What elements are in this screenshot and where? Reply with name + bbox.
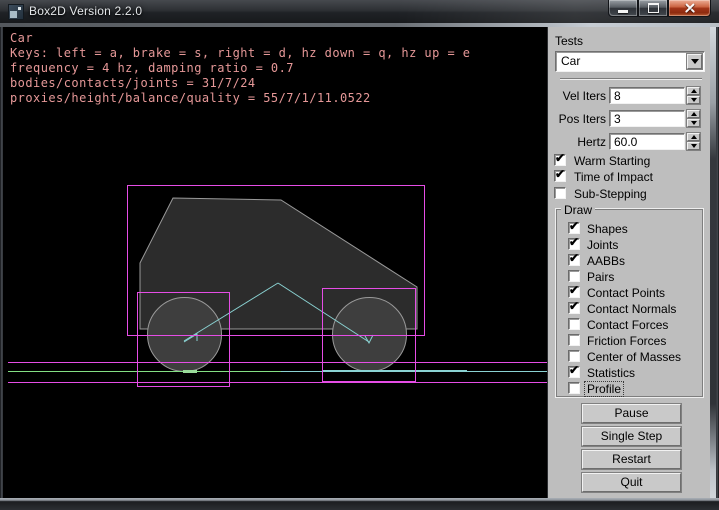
checkbox-box[interactable]: [568, 318, 580, 330]
checkbox-label: Shapes: [587, 222, 628, 236]
checkbox-label: Center of Masses: [587, 350, 681, 364]
vel-iters-input[interactable]: 8: [609, 87, 685, 104]
debug-text-title: Car: [10, 31, 33, 45]
check-icon: ✔: [569, 364, 579, 376]
check-icon: ✔: [569, 236, 579, 248]
vel-iters-spinner: Vel Iters 8: [548, 87, 717, 104]
checkbox-label: Contact Forces: [587, 318, 668, 332]
checkbox-box[interactable]: [568, 334, 580, 346]
app-window: Box2D Version 2.2.0 Car Keys: left = a, …: [0, 0, 719, 510]
pos-iters-input[interactable]: 3: [609, 110, 685, 127]
checkbox-box[interactable]: [568, 350, 580, 362]
pos-iters-value: 3: [614, 112, 621, 126]
app-icon[interactable]: [8, 4, 24, 20]
draw-group-title: Draw: [561, 203, 595, 217]
hertz-value: 60.0: [614, 135, 637, 149]
spinner-up-icon: [691, 112, 697, 116]
chevron-down-icon: [691, 59, 699, 64]
spinner-up-icon: [691, 89, 697, 93]
debug-text-keys: Keys: left = a, brake = s, right = d, hz…: [10, 46, 470, 60]
checkbox-box[interactable]: ✔: [568, 302, 580, 314]
checkbox-label: AABBs: [587, 254, 625, 268]
hertz-input[interactable]: 60.0: [609, 133, 685, 150]
checkbox-label: Profile: [585, 382, 623, 396]
checkbox-label: Warm Starting: [574, 154, 650, 168]
pos-iters-spinner: Pos Iters 3: [548, 110, 717, 127]
check-icon: ✔: [569, 300, 579, 312]
checkbox-label: Statistics: [587, 366, 635, 380]
spinner-up-button[interactable]: [687, 133, 700, 141]
close-icon: [684, 2, 696, 14]
vel-iters-value: 8: [614, 89, 621, 103]
checkbox-label: Pairs: [587, 270, 614, 284]
checkbox-label: Time of Impact: [574, 170, 653, 184]
tests-dropdown-button[interactable]: [687, 54, 702, 69]
debug-text-counts: bodies/contacts/joints = 31/7/24: [10, 76, 256, 90]
spinner-down-button[interactable]: [687, 119, 700, 127]
maximize-button[interactable]: [638, 0, 668, 17]
spinner-down-button[interactable]: [687, 142, 700, 150]
pos-iters-label: Pos Iters: [548, 112, 606, 126]
quit-button[interactable]: Quit: [582, 473, 681, 492]
checkbox-box[interactable]: ✔: [554, 154, 566, 166]
restart-button[interactable]: Restart: [582, 450, 681, 469]
tests-dropdown[interactable]: Car: [555, 51, 705, 72]
hertz-label: Hertz: [548, 135, 606, 149]
check-icon: ✔: [555, 152, 565, 164]
debug-text-proxies: proxies/height/balance/quality = 55/7/1/…: [10, 91, 371, 105]
hertz-spinner: Hertz 60.0: [548, 133, 717, 150]
checkbox-box[interactable]: ✔: [568, 238, 580, 250]
single-step-button[interactable]: Single Step: [582, 427, 681, 446]
spinner-down-icon: [691, 121, 697, 125]
checkbox-box[interactable]: [568, 382, 580, 394]
contact-point-marker: [183, 370, 197, 373]
checkbox-box[interactable]: ✔: [568, 222, 580, 234]
minimize-icon: [618, 10, 628, 13]
checkbox-label: Friction Forces: [587, 334, 666, 348]
spinner-down-icon: [691, 144, 697, 148]
checkbox-box[interactable]: [568, 270, 580, 282]
spinner-down-button[interactable]: [687, 96, 700, 104]
frame-bottom-edge: [0, 498, 719, 510]
check-icon: ✔: [555, 168, 565, 180]
window-title: Box2D Version 2.2.0: [29, 4, 142, 18]
tests-label: Tests: [555, 34, 583, 48]
spinner-up-button[interactable]: [687, 87, 700, 95]
control-panel: Tests Car Vel Iters 8 Pos Iters 3: [547, 27, 716, 498]
tests-dropdown-value: Car: [561, 54, 580, 68]
hertz-stepper: [687, 133, 700, 150]
window-controls: [608, 0, 711, 17]
checkbox-label: Contact Normals: [587, 302, 676, 316]
pause-button[interactable]: Pause: [582, 404, 681, 423]
check-icon: ✔: [569, 220, 579, 232]
car-wheel-right[interactable]: [333, 298, 407, 372]
checkbox-box[interactable]: ✔: [568, 254, 580, 266]
spinner-up-icon: [691, 135, 697, 139]
separator: [560, 78, 702, 80]
physics-canvas[interactable]: Car Keys: left = a, brake = s, right = d…: [3, 27, 547, 498]
client-area: Car Keys: left = a, brake = s, right = d…: [3, 27, 716, 498]
checkbox-box[interactable]: [554, 187, 566, 199]
check-icon: ✔: [569, 284, 579, 296]
pos-iters-stepper: [687, 110, 700, 127]
close-button[interactable]: [668, 0, 711, 17]
spinner-down-icon: [691, 98, 697, 102]
checkbox-label: Joints: [587, 238, 618, 252]
checkbox-box[interactable]: ✔: [568, 286, 580, 298]
minimize-button[interactable]: [608, 0, 638, 17]
debug-text-frequency: frequency = 4 hz, damping ratio = 0.7: [10, 61, 294, 75]
car-wheel-left[interactable]: [148, 298, 222, 372]
checkbox-label: Contact Points: [587, 286, 665, 300]
checkbox-box[interactable]: ✔: [554, 170, 566, 182]
vel-iters-label: Vel Iters: [548, 89, 606, 103]
vel-iters-stepper: [687, 87, 700, 104]
checkbox-label: Sub-Stepping: [574, 187, 647, 201]
checkbox-box[interactable]: ✔: [568, 366, 580, 378]
check-icon: ✔: [569, 252, 579, 264]
maximize-icon: [648, 3, 659, 13]
spinner-up-button[interactable]: [687, 110, 700, 118]
